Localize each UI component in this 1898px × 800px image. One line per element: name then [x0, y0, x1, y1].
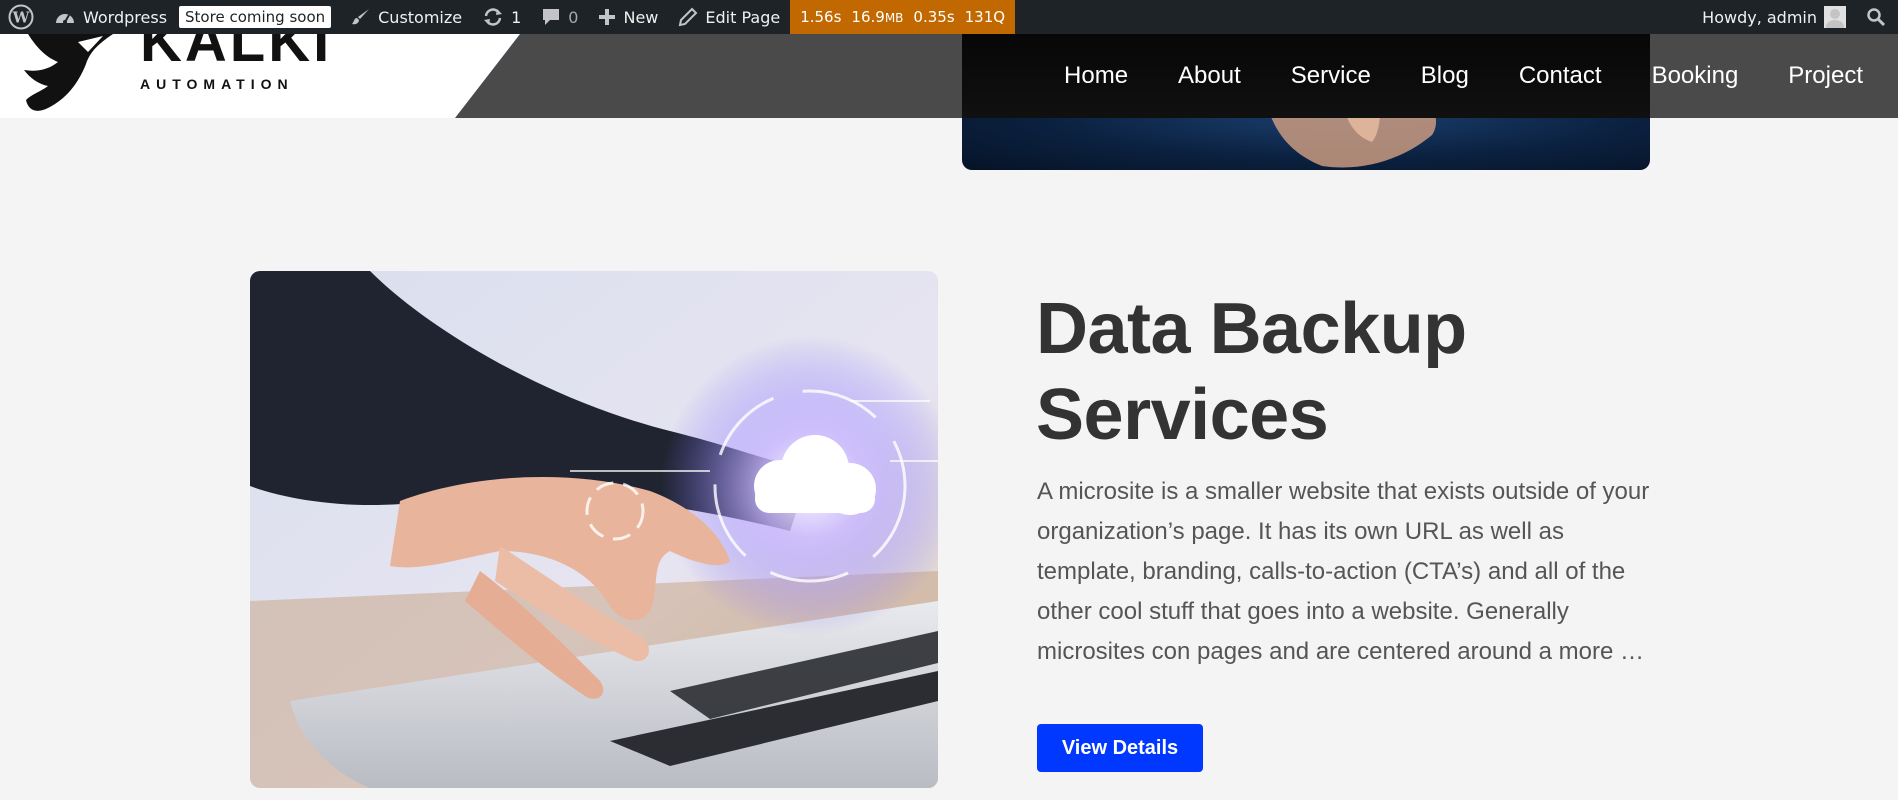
- nav-service[interactable]: Service: [1266, 34, 1396, 118]
- query-monitor-stats[interactable]: 1.56s 16.9MB 0.35s 131Q: [790, 0, 1016, 34]
- logo-wordmark: KALKI: [140, 34, 333, 74]
- site-logo[interactable]: KALKI AUTOMATION: [0, 34, 520, 118]
- my-account-menu[interactable]: Howdy, admin: [1692, 0, 1856, 34]
- brush-icon: [352, 9, 370, 25]
- new-label: New: [623, 7, 659, 27]
- customize-label: Customize: [378, 7, 463, 27]
- pencil-icon: [679, 7, 698, 27]
- wordpress-logo-button[interactable]: W: [0, 0, 44, 34]
- new-content-button[interactable]: New: [588, 0, 668, 34]
- view-details-button[interactable]: View Details: [1037, 724, 1203, 772]
- avatar: [1824, 6, 1846, 28]
- comments-count: 0: [568, 7, 579, 27]
- dashboard-icon: [56, 14, 74, 24]
- wordpress-icon: W: [8, 4, 34, 30]
- nav-project[interactable]: Project: [1763, 34, 1898, 118]
- store-coming-soon-badge: Store coming soon: [179, 6, 332, 28]
- updates-count: 1: [511, 7, 522, 27]
- logo-tagline: AUTOMATION: [140, 76, 294, 92]
- nav-contact[interactable]: Contact: [1494, 34, 1627, 118]
- search-icon: [1867, 8, 1886, 27]
- nav-home[interactable]: Home: [1039, 34, 1153, 118]
- edit-page-label: Edit Page: [705, 7, 781, 27]
- laptop-cloud-photo: [250, 271, 938, 788]
- query-count: 131Q: [964, 8, 1006, 26]
- page-gen-time: 1.56s: [800, 8, 842, 26]
- service-image: [250, 271, 938, 788]
- site-name-menu[interactable]: Wordpress: [44, 0, 177, 34]
- admin-search-button[interactable]: [1856, 0, 1898, 34]
- howdy-greeting: Howdy, admin: [1702, 7, 1817, 27]
- site-header: KALKI AUTOMATION Home About Service Blog…: [0, 34, 1898, 118]
- customize-button[interactable]: Customize: [341, 0, 472, 34]
- plus-icon: [599, 9, 616, 25]
- store-status-item[interactable]: Store coming soon: [177, 0, 341, 34]
- svg-text:W: W: [12, 9, 31, 27]
- refresh-icon: [484, 8, 503, 26]
- wp-admin-bar: W Wordpress Store coming soon Customize: [0, 0, 1898, 34]
- comments-button[interactable]: 0: [531, 0, 588, 34]
- main-navigation: Home About Service Blog Contact Booking …: [1039, 34, 1898, 118]
- memory-usage: 16.9MB: [851, 8, 904, 26]
- service-description: A microsite is a smaller website that ex…: [1037, 478, 1650, 665]
- nav-blog[interactable]: Blog: [1396, 34, 1494, 118]
- kalki-horse-logo-icon: [24, 34, 113, 111]
- service-title: Data Backup Services: [1036, 289, 1467, 455]
- nav-booking[interactable]: Booking: [1627, 34, 1764, 118]
- updates-button[interactable]: 1: [472, 0, 531, 34]
- query-time: 0.35s: [913, 8, 955, 26]
- comment-icon: [543, 9, 560, 25]
- nav-about[interactable]: About: [1153, 34, 1266, 118]
- site-name-label: Wordpress: [83, 7, 168, 27]
- edit-page-button[interactable]: Edit Page: [668, 0, 790, 34]
